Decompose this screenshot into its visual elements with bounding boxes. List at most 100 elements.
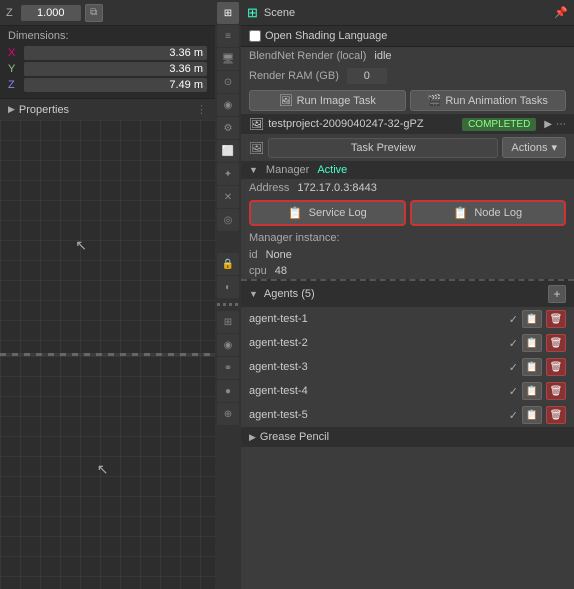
sidebar-icon-render[interactable]: 🖥	[217, 48, 239, 70]
agent-del-btn-4[interactable]: 🗑	[546, 382, 566, 400]
dim-y-label: Y	[8, 63, 20, 75]
preview-icon: 🖼	[249, 141, 264, 155]
agent-del-btn-5[interactable]: 🗑	[546, 406, 566, 424]
dim-z-row: Z 7.49 m	[8, 78, 207, 92]
agent-list-btn-1[interactable]: 📋	[522, 310, 542, 328]
task-name[interactable]: testproject-2009040247-32-gPZ	[268, 118, 458, 130]
image-icon: 🖼	[279, 94, 293, 107]
sidebar-divider	[217, 303, 239, 306]
run-image-label: Run Image Task	[297, 95, 376, 107]
dim-x-value[interactable]: 3.36 m	[24, 46, 207, 60]
sidebar-icon-view2[interactable]: ◉	[217, 94, 239, 116]
agents-expand-icon[interactable]: ▼	[249, 289, 258, 299]
service-log-icon: 📋	[288, 206, 303, 220]
dim-y-value[interactable]: 3.36 m	[24, 62, 207, 76]
sidebar-icon-physics[interactable]: ⬜	[217, 140, 239, 162]
sidebar-icon-addon4[interactable]: ●	[217, 380, 239, 402]
pin-icon[interactable]: 📌	[554, 6, 568, 19]
dim-z-value[interactable]: 7.49 m	[24, 78, 207, 92]
z-value-field[interactable]: 1.000	[21, 5, 81, 21]
agent-del-btn-2[interactable]: 🗑	[546, 334, 566, 352]
sidebar-icon-addon5[interactable]: ⊕	[217, 403, 239, 425]
dimensions-panel: Dimensions: X 3.36 m Y 3.36 m Z 7.49 m	[0, 26, 215, 99]
manager-expand-icon[interactable]: ▼	[249, 165, 258, 175]
actions-dropdown[interactable]: Actions ▾	[502, 137, 566, 158]
agent-list-btn-4[interactable]: 📋	[522, 382, 542, 400]
task-preview-button[interactable]: Task Preview	[268, 138, 498, 158]
sidebar-icons: ⊞ ≡ 🖥 ⊙ ◉ ⚙ ⬜ ✦ ✕ ◎ 🔒 ◐ ⊞ ◉ ⚭ ● ⊕	[215, 0, 241, 589]
blendnet-render-row: BlendNet Render (local) idle	[241, 47, 574, 65]
agent-list-btn-2[interactable]: 📋	[522, 334, 542, 352]
right-panel: ⊞ Scene 📌 Open Shading Language BlendNet…	[241, 0, 574, 589]
sidebar-icon-particles[interactable]: ⚙	[217, 117, 239, 139]
id-value: None	[266, 249, 292, 261]
ram-row: Render RAM (GB) 0	[241, 65, 574, 87]
agent-check-5[interactable]: ✓	[509, 409, 518, 422]
grease-pencil-expand-icon: ▶	[249, 432, 256, 443]
agent-del-btn-1[interactable]: 🗑	[546, 310, 566, 328]
task-preview-row: 🖼 Task Preview Actions ▾	[241, 134, 574, 161]
grease-pencil-row[interactable]: ▶ Grease Pencil	[241, 427, 574, 447]
agent-name-5: agent-test-5	[249, 409, 505, 421]
sidebar-icon-constraints[interactable]: ✦	[217, 163, 239, 185]
grid-overlay	[0, 120, 215, 353]
agent-list-btn-3[interactable]: 📋	[522, 358, 542, 376]
instance-row: Manager instance:	[241, 229, 574, 247]
agent-check-2[interactable]: ✓	[509, 337, 518, 350]
sidebar-icon-scene[interactable]: ⊞	[217, 2, 239, 24]
sidebar-icon-object[interactable]: ✕	[217, 186, 239, 208]
sidebar-icon-addon1[interactable]: ⊞	[217, 311, 239, 333]
agent-name-4: agent-test-4	[249, 385, 505, 397]
sidebar-icon-addon2[interactable]: ◉	[217, 334, 239, 356]
agent-name-3: agent-test-3	[249, 361, 505, 373]
open-shading-checkbox[interactable]	[249, 30, 261, 42]
ram-label: Render RAM (GB)	[249, 70, 339, 82]
sidebar-icon-output[interactable]: ⊙	[217, 71, 239, 93]
sidebar-icon-addon3[interactable]: ⚭	[217, 357, 239, 379]
agent-check-4[interactable]: ✓	[509, 385, 518, 398]
run-animation-button[interactable]: 🎬 Run Animation Tasks	[410, 90, 567, 111]
cursor-arrow: ↖	[75, 237, 87, 254]
agent-list-btn-5[interactable]: 📋	[522, 406, 542, 424]
properties-menu-icon[interactable]: ⋮	[196, 103, 207, 116]
run-buttons-row: 🖼 Run Image Task 🎬 Run Animation Tasks	[241, 87, 574, 114]
sidebar-icon-modifier[interactable]: ◎	[217, 209, 239, 231]
viewport-bottom: ↖	[0, 356, 215, 589]
instance-label: Manager instance:	[249, 232, 340, 244]
agent-row-1: agent-test-1 ✓ 📋 🗑	[241, 307, 574, 331]
service-log-button[interactable]: 📋 Service Log	[249, 200, 406, 226]
task-status: COMPLETED	[462, 118, 536, 131]
add-agent-button[interactable]: +	[548, 285, 566, 303]
properties-expand-icon: ▶	[8, 104, 15, 115]
dim-x-label: X	[8, 47, 20, 59]
scene-icon: ⊞	[247, 5, 258, 21]
agents-label: Agents (5)	[264, 288, 315, 300]
task-preview-label: Task Preview	[351, 142, 416, 154]
service-log-label: Service Log	[309, 207, 367, 219]
z-label: Z	[6, 7, 13, 19]
ram-value[interactable]: 0	[347, 68, 387, 84]
manager-label: Manager	[266, 164, 309, 176]
task-expand-icon[interactable]: ▶	[544, 119, 552, 130]
run-image-button[interactable]: 🖼 Run Image Task	[249, 90, 406, 111]
sidebar-icon-item[interactable]: ◐	[217, 276, 239, 298]
open-shading-row: Open Shading Language	[241, 26, 574, 47]
id-row: id None	[241, 247, 574, 263]
agent-check-3[interactable]: ✓	[509, 361, 518, 374]
log-buttons-row: 📋 Service Log 📋 Node Log	[241, 197, 574, 229]
task-more-icon[interactable]: ⋯	[556, 119, 566, 130]
properties-header[interactable]: ▶ Properties ⋮	[0, 99, 215, 120]
node-log-button[interactable]: 📋 Node Log	[410, 200, 567, 226]
blendnet-label: BlendNet Render (local)	[249, 50, 366, 62]
agent-row-4: agent-test-4 ✓ 📋 🗑	[241, 379, 574, 403]
agent-del-btn-3[interactable]: 🗑	[546, 358, 566, 376]
agent-row-3: agent-test-3 ✓ 📋 🗑	[241, 355, 574, 379]
node-log-label: Node Log	[474, 207, 522, 219]
copy-icon[interactable]: ⧉	[85, 4, 103, 22]
sidebar-icon-tools[interactable]: 🔒	[217, 253, 239, 275]
agent-check-1[interactable]: ✓	[509, 313, 518, 326]
agent-row-2: agent-test-2 ✓ 📋 🗑	[241, 331, 574, 355]
task-icon: 🖼	[249, 117, 264, 131]
properties-label: Properties	[19, 104, 69, 116]
sidebar-icon-view[interactable]: ≡	[217, 25, 239, 47]
